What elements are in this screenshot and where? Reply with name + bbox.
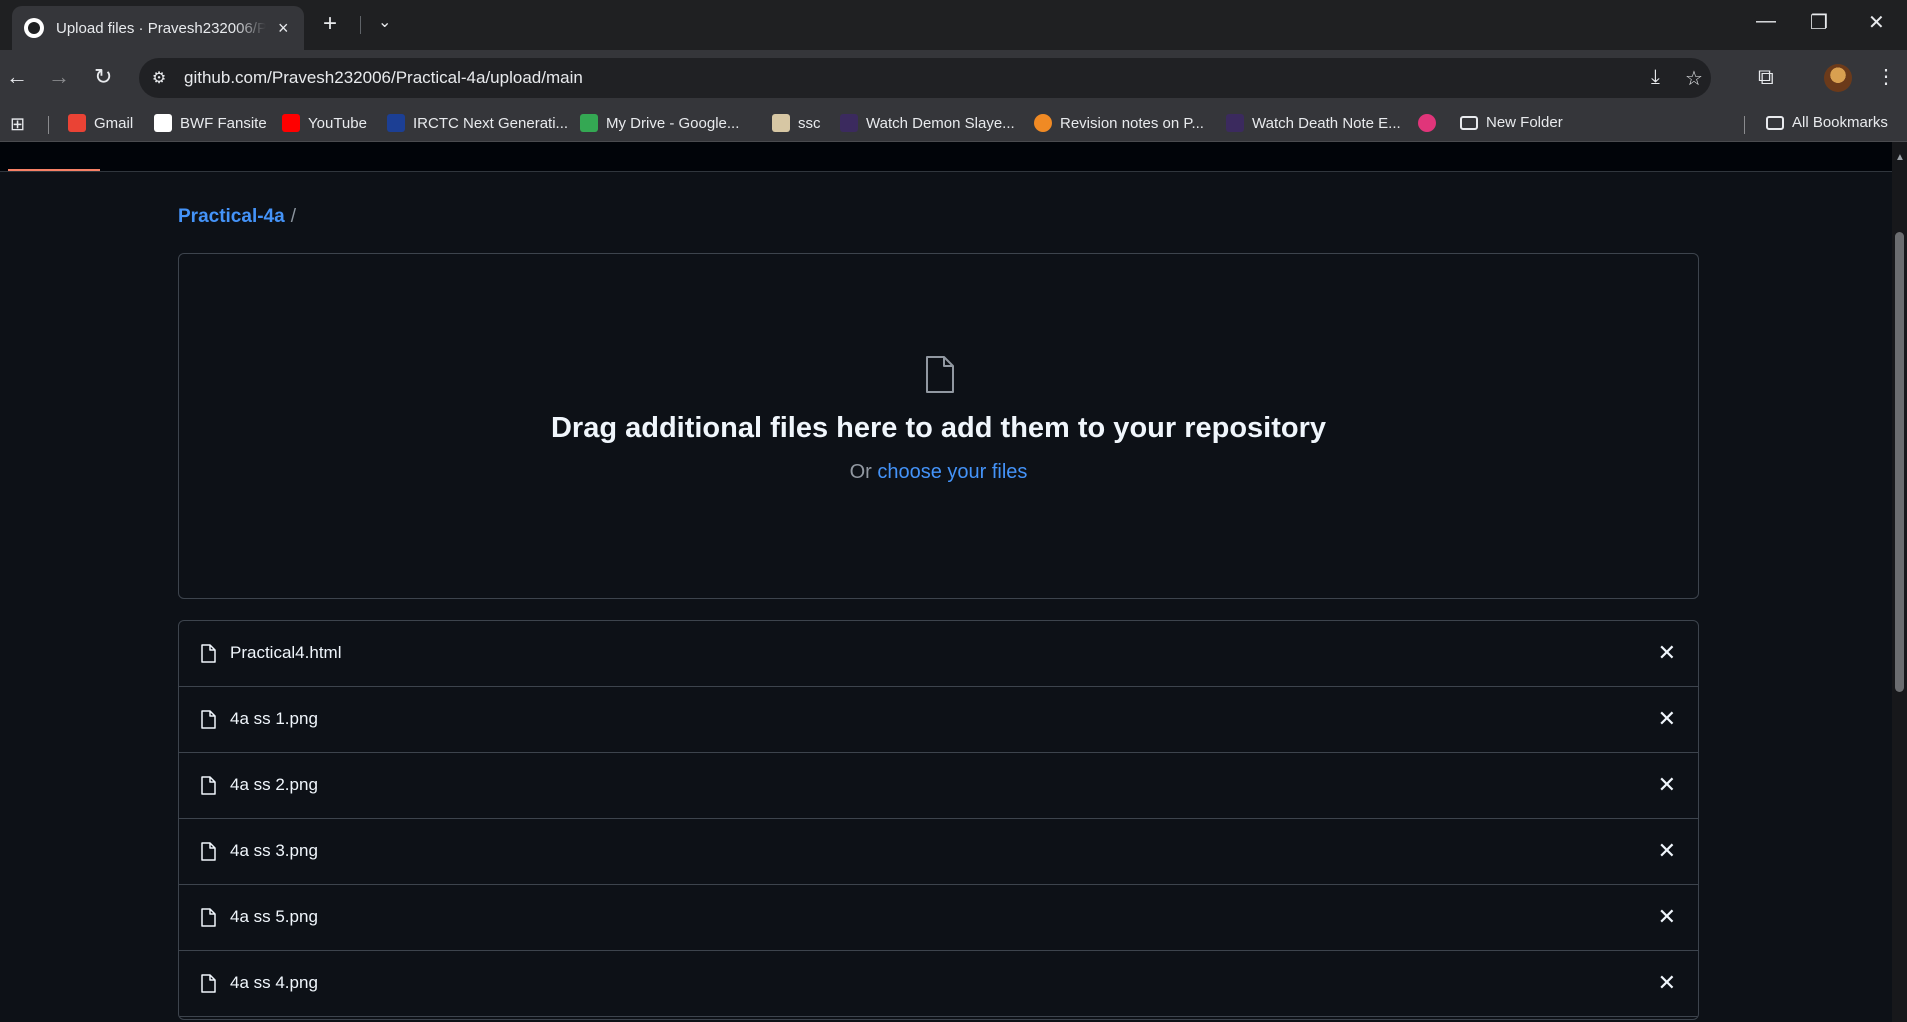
site-info-icon[interactable]: ⚙ [149,68,169,88]
remove-file-icon[interactable]: ✕ [1658,772,1676,798]
scroll-up-icon[interactable]: ▲ [1895,152,1905,163]
repo-link[interactable]: Practical-4a [178,206,285,227]
ssc-icon [772,114,790,132]
apps-grid-icon[interactable]: ⊞ [10,114,25,135]
bookmark-bwf-fansite[interactable]: BWF Fansite [154,114,267,132]
url-text[interactable]: github.com/Pravesh232006/Practical-4a/up… [184,68,583,88]
active-tab[interactable]: Upload files · Pravesh232006/Practical-4… [12,6,304,50]
drive-icon [580,114,598,132]
bookmark-revision-notes[interactable]: Revision notes on P... [1034,114,1204,132]
file-drop-zone[interactable]: Drag additional files here to add them t… [178,253,1699,599]
bookmarks-bar: ⊞ Gmail BWF Fansite YouTube IRCTC Next G… [0,106,1907,142]
youtube-icon [282,114,300,132]
new-tab-button[interactable]: + [323,10,337,38]
close-window-button[interactable]: ✕ [1868,10,1885,35]
remove-file-icon[interactable]: ✕ [1658,640,1676,666]
file-row: 4a ss 2.png ✕ [179,753,1698,819]
bookmark-demon-slayer[interactable]: Watch Demon Slaye... [840,114,1015,132]
tab-title: Upload files · Pravesh232006/Practical-4… [56,19,266,37]
file-name: Practical4.html [230,643,342,662]
forward-button[interactable]: → [48,64,70,90]
active-tab-underline [8,169,100,171]
file-icon [201,974,216,993]
bookmark-star-icon[interactable]: ☆ [1685,66,1703,91]
file-name: 4a ss 4.png [230,973,318,992]
page-scrollbar[interactable]: ▲ [1892,142,1907,1022]
file-icon [201,710,216,729]
file-name: 4a ss 2.png [230,775,318,794]
address-bar[interactable]: ⚙ github.com/Pravesh232006/Practical-4a/… [139,58,1711,98]
bookmark-irctc[interactable]: IRCTC Next Generati... [387,114,568,132]
bookmark-divider [48,116,49,134]
breadcrumb: Practical-4a / [178,206,296,228]
bookmark-youtube[interactable]: YouTube [282,114,367,132]
bookmark-pink-app[interactable] [1418,114,1444,132]
browser-titlebar: Upload files · Pravesh232006/Practical-4… [0,0,1907,50]
remove-file-icon[interactable]: ✕ [1658,838,1676,864]
extensions-icon[interactable]: ⧉ [1758,64,1774,90]
bookmark-ssc[interactable]: ssc [772,114,821,132]
reload-button[interactable]: ↻ [94,64,112,90]
folder-icon [1766,115,1784,130]
irctc-icon [387,114,405,132]
hianime-icon [1226,114,1244,132]
choose-files-link[interactable]: choose your files [877,461,1027,483]
file-row: 4a ss 5.png ✕ [179,885,1698,951]
file-icon [201,776,216,795]
bookmark-new-folder[interactable]: New Folder [1460,114,1563,131]
savemyexams-icon [1034,114,1052,132]
drop-zone-subtitle: Or choose your files [179,461,1698,484]
file-name: 4a ss 3.png [230,841,318,860]
profile-avatar[interactable] [1824,64,1852,92]
github-icon [24,18,44,38]
remove-file-icon[interactable]: ✕ [1658,904,1676,930]
browser-menu-icon[interactable]: ⋮ [1876,64,1896,89]
file-row: 4a ss 4.png ✕ [179,951,1698,1017]
tab-separator [360,16,361,34]
install-app-icon[interactable]: ⤓ [1651,66,1660,89]
remove-file-icon[interactable]: ✕ [1658,706,1676,732]
bookmark-gmail[interactable]: Gmail [68,114,133,132]
all-bookmarks[interactable]: All Bookmarks [1766,114,1888,131]
tab-close-icon[interactable]: × [278,18,289,39]
file-name: 4a ss 1.png [230,709,318,728]
gmail-icon [68,114,86,132]
file-row: 4a ss 1.png ✕ [179,687,1698,753]
remove-file-icon[interactable]: ✕ [1658,970,1676,996]
or-text: Or [849,461,872,483]
scrollbar-thumb[interactable] [1895,232,1904,692]
browser-toolbar: ← → ↻ ⚙ github.com/Pravesh232006/Practic… [0,50,1907,106]
file-icon [201,908,216,927]
file-icon [201,644,216,663]
breadcrumb-separator: / [290,206,296,227]
restore-button[interactable]: ❐ [1810,10,1828,35]
bookmark-my-drive[interactable]: My Drive - Google... [580,114,739,132]
back-button[interactable]: ← [6,64,28,90]
file-icon [926,356,954,393]
uploaded-files-list: Practical4.html ✕ 4a ss 1.png ✕ 4a ss 2.… [178,620,1699,1020]
hianime-icon [840,114,858,132]
folder-icon [1460,115,1478,130]
drop-zone-title: Drag additional files here to add them t… [550,412,1327,444]
file-name: 4a ss 5.png [230,907,318,926]
file-icon [201,842,216,861]
pink-app-icon [1418,114,1436,132]
file-row: 4a ss 3.png ✕ [179,819,1698,885]
minimize-button[interactable]: — [1756,10,1776,33]
tab-search-button[interactable]: ⌄ [378,12,391,32]
bwf-icon [154,114,172,132]
bookmark-death-note[interactable]: Watch Death Note E... [1226,114,1401,132]
bookmark-divider [1744,116,1745,134]
repo-nav-tabs [0,142,1892,172]
file-row: Practical4.html ✕ [179,621,1698,687]
